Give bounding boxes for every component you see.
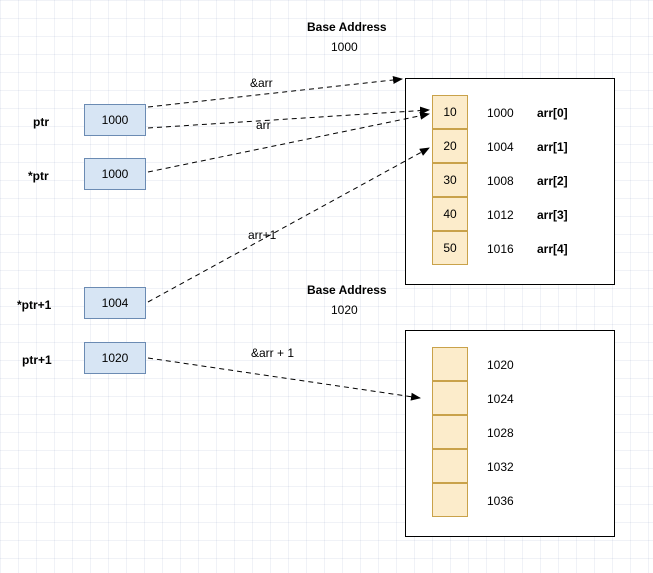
base-address-2-value: 1020 xyxy=(331,303,358,317)
array1-cell-3: 40 xyxy=(432,197,468,231)
array2-cell-2 xyxy=(432,415,468,449)
arrow-amp-arr-plus1 xyxy=(148,358,420,398)
array1-val-2: 30 xyxy=(443,173,456,187)
arrow-arr-plus1 xyxy=(148,148,429,302)
arrow-label-amp-arr-plus1: &arr + 1 xyxy=(251,346,294,360)
array1-idx-4: arr[4] xyxy=(537,242,568,256)
arrow-label-arr-plus1: arr+1 xyxy=(248,228,276,242)
base-address-1-label: Base Address xyxy=(307,20,387,34)
array2-cell-3 xyxy=(432,449,468,483)
array1-idx-3: arr[3] xyxy=(537,208,568,222)
array1-addr-0: 1000 xyxy=(487,106,514,120)
array1-cell-0: 10 xyxy=(432,95,468,129)
array1-cell-1: 20 xyxy=(432,129,468,163)
array2-addr-2: 1028 xyxy=(487,426,514,440)
array2-cell-0 xyxy=(432,347,468,381)
array1-addr-1: 1004 xyxy=(487,140,514,154)
array1-addr-4: 1016 xyxy=(487,242,514,256)
deref-ptr-label: *ptr xyxy=(28,169,49,183)
array1-idx-2: arr[2] xyxy=(537,174,568,188)
deref-ptr-plus1-value: 1004 xyxy=(102,296,129,310)
ptr-plus1-label: ptr+1 xyxy=(22,353,52,367)
array2-cell-1 xyxy=(432,381,468,415)
ptr-box: 1000 xyxy=(84,104,146,136)
base-address-2-label: Base Address xyxy=(307,283,387,297)
array2-addr-1: 1024 xyxy=(487,392,514,406)
base-address-1-value: 1000 xyxy=(331,40,358,54)
ptr-plus1-value: 1020 xyxy=(102,351,129,365)
arrow-label-amp-arr: &arr xyxy=(250,76,273,90)
array2-addr-3: 1032 xyxy=(487,460,514,474)
ptr-value: 1000 xyxy=(102,113,129,127)
deref-ptr-plus1-label: *ptr+1 xyxy=(17,298,51,312)
array2-addr-4: 1036 xyxy=(487,494,514,508)
array1-val-3: 40 xyxy=(443,207,456,221)
array1-addr-2: 1008 xyxy=(487,174,514,188)
arrow-arr xyxy=(148,110,429,128)
array1-addr-3: 1012 xyxy=(487,208,514,222)
array1-idx-0: arr[0] xyxy=(537,106,568,120)
arrow-deref-ptr xyxy=(148,114,429,172)
array1-idx-1: arr[1] xyxy=(537,140,568,154)
ptr-label: ptr xyxy=(33,115,49,129)
array1-val-4: 50 xyxy=(443,241,456,255)
arrow-amp-arr xyxy=(148,79,402,107)
array1-cell-2: 30 xyxy=(432,163,468,197)
array2-cell-4 xyxy=(432,483,468,517)
array1-cell-4: 50 xyxy=(432,231,468,265)
arrow-label-arr: arr xyxy=(256,118,271,132)
ptr-plus1-box: 1020 xyxy=(84,342,146,374)
deref-ptr-box: 1000 xyxy=(84,158,146,190)
diagram-canvas: Base Address 1000 ptr 1000 *ptr 1000 *pt… xyxy=(0,0,653,573)
array1-val-1: 20 xyxy=(443,139,456,153)
array1-val-0: 10 xyxy=(443,105,456,119)
array2-addr-0: 1020 xyxy=(487,358,514,372)
deref-ptr-value: 1000 xyxy=(102,167,129,181)
deref-ptr-plus1-box: 1004 xyxy=(84,287,146,319)
